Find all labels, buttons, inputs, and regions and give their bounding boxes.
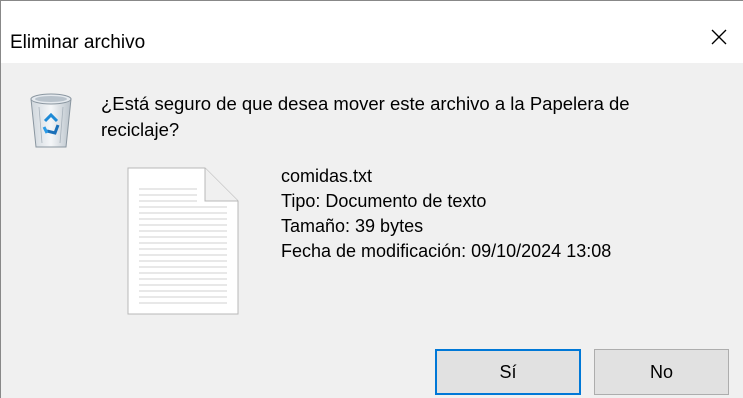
file-size: Tamaño: 39 bytes	[281, 216, 424, 236]
yes-button[interactable]: Sí	[435, 349, 581, 395]
delete-file-dialog: Eliminar archivo ¿Está seguro de que des…	[0, 0, 743, 398]
dialog-title: Eliminar archivo	[10, 32, 146, 53]
file-name: comidas.txt	[281, 166, 373, 186]
file-modified-date: Fecha de modificación: 09/10/2024 13:08	[281, 241, 612, 261]
recycle-bin-icon	[30, 93, 72, 148]
close-button[interactable]	[695, 15, 743, 59]
text-file-icon	[127, 167, 239, 315]
file-type: Tipo: Documento de texto	[281, 191, 487, 211]
close-icon	[711, 29, 727, 45]
file-details: comidas.txt Tipo: Documento de texto Tam…	[281, 164, 611, 264]
confirmation-message: ¿Está seguro de que desea mover este arc…	[101, 93, 630, 140]
no-button[interactable]: No	[594, 349, 729, 395]
title-bar: Eliminar archivo	[1, 1, 743, 63]
